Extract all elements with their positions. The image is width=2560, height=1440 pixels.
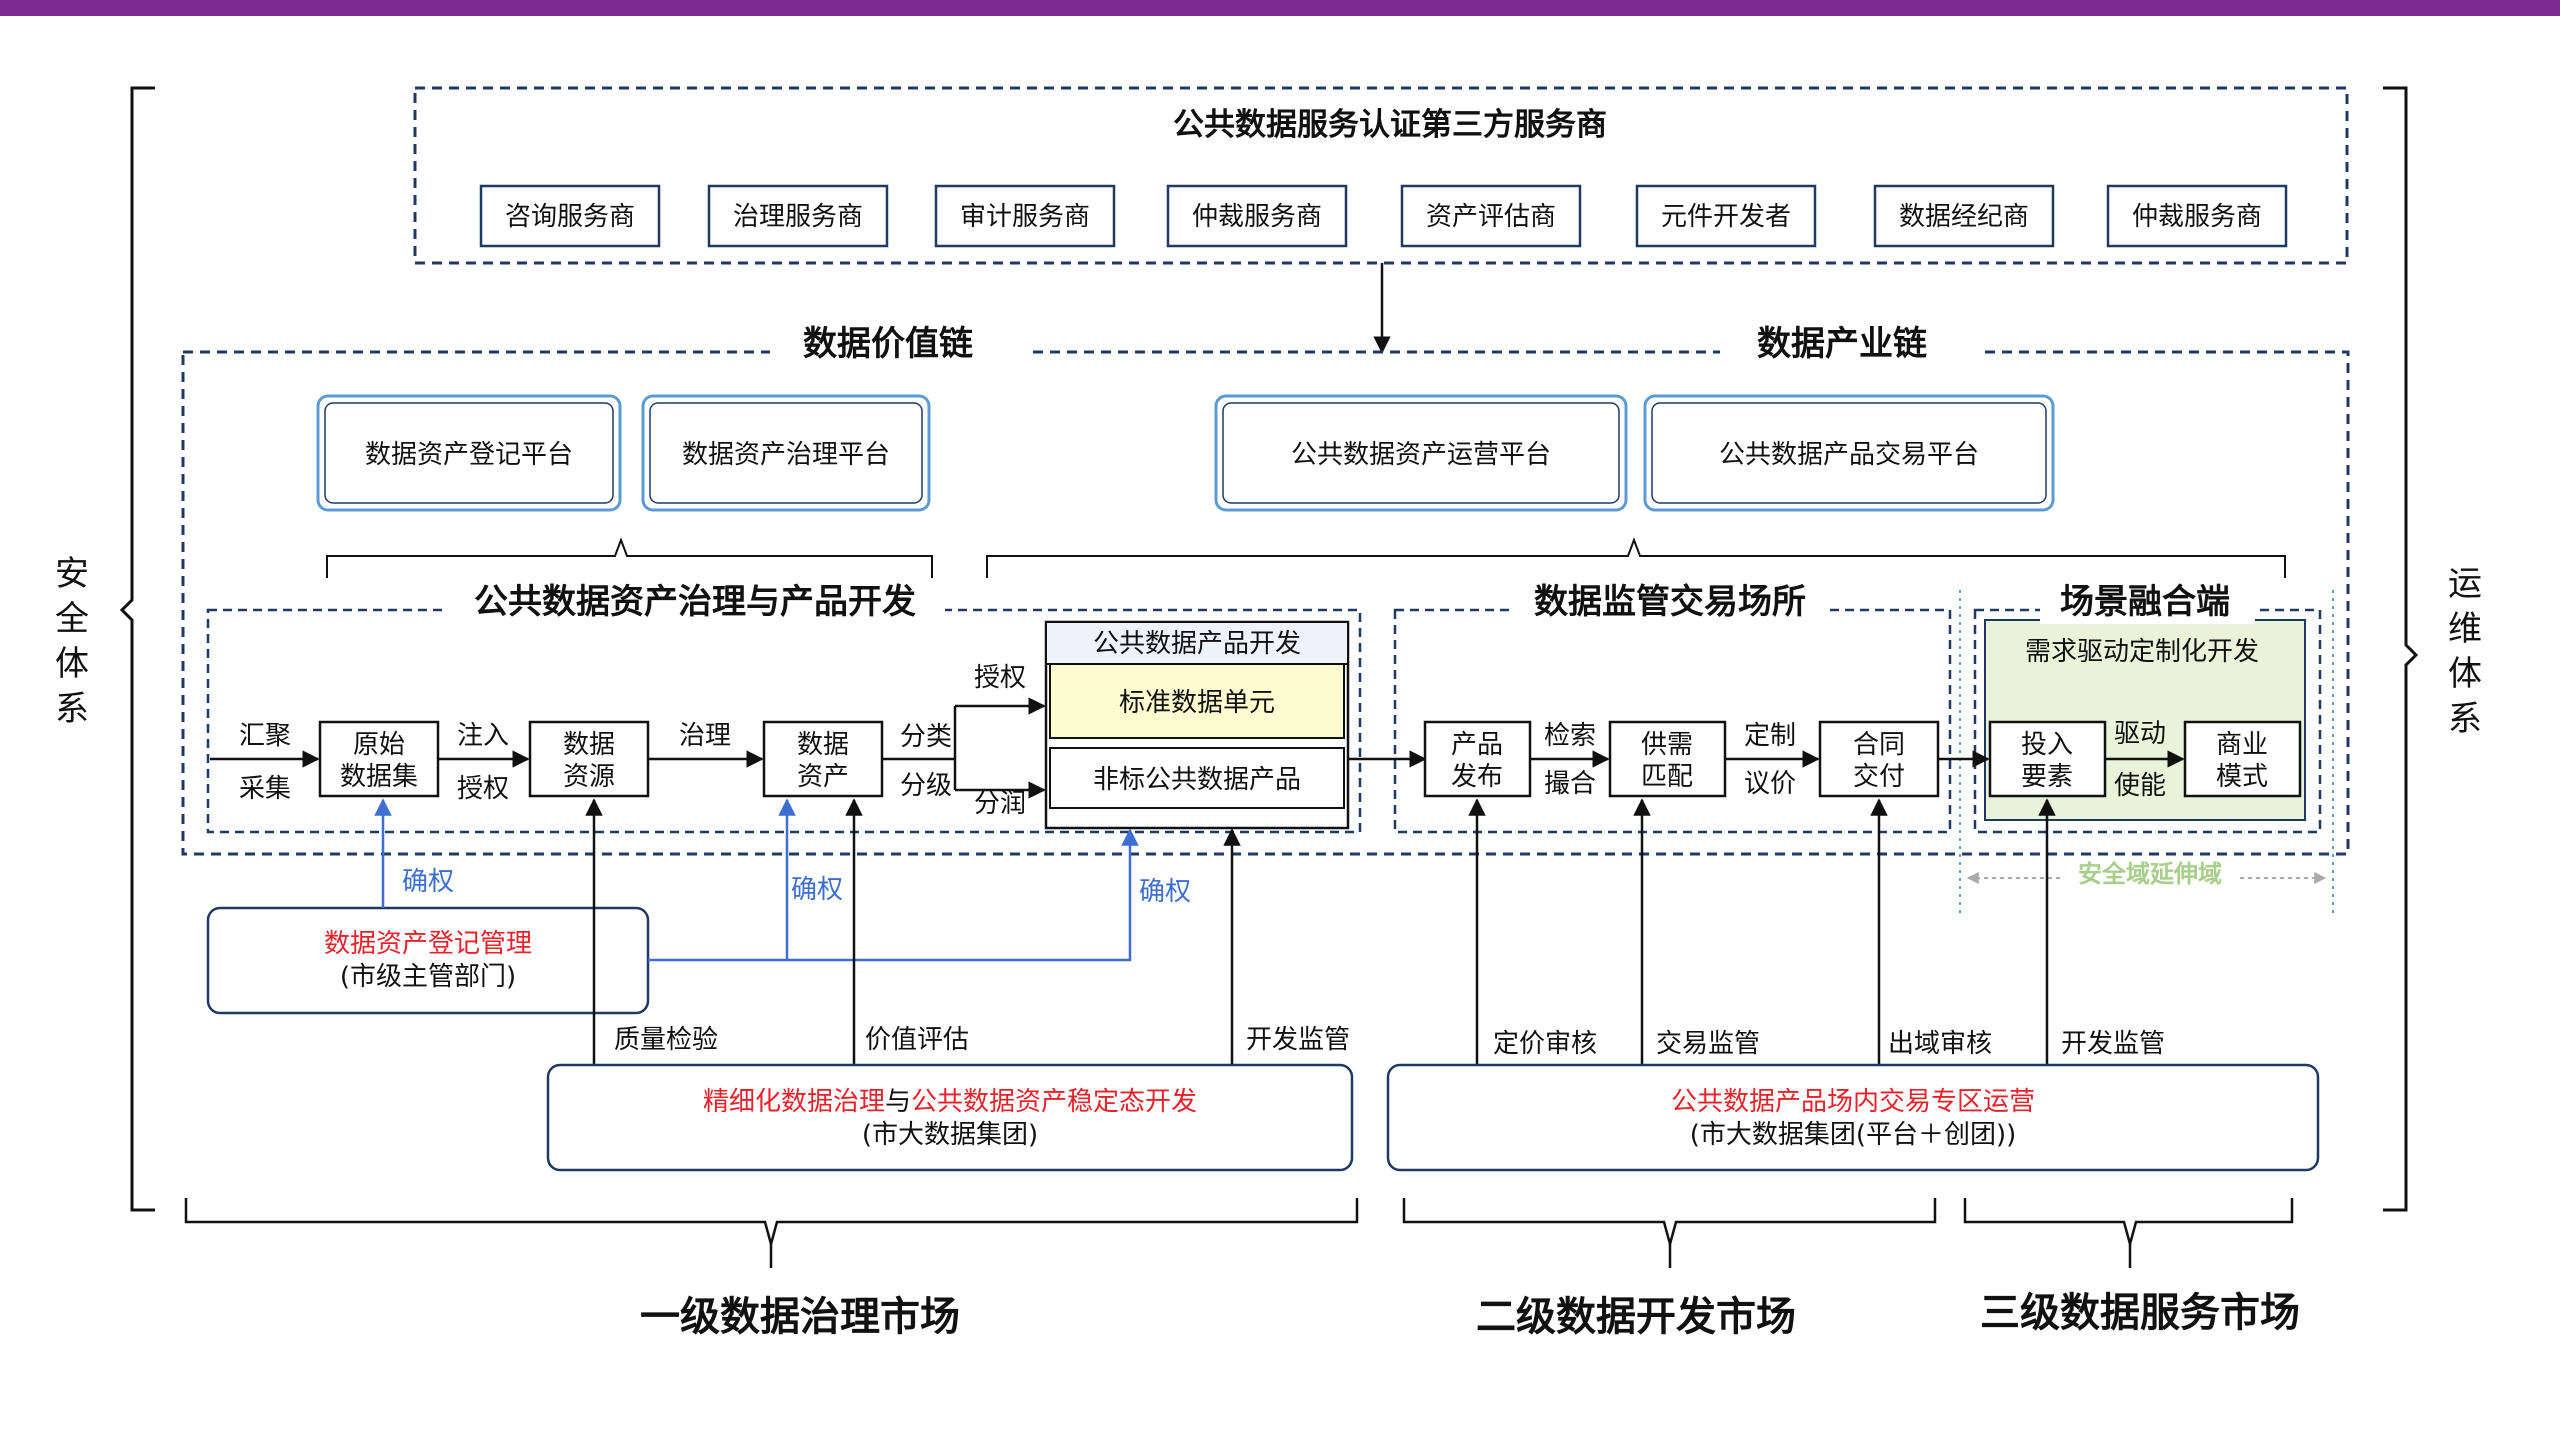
data-resource-label: 数据	[563, 730, 615, 760]
group1-org: (市大数据集团)	[862, 1120, 1038, 1150]
group1-title-part2: 公共数据资产稳定态开发	[911, 1087, 1197, 1117]
scenario-demand: 需求驱动定制化开发	[2025, 637, 2259, 667]
right-side-label-2: 维	[2448, 609, 2482, 649]
standard-unit-label: 标准数据单元	[1119, 688, 1275, 718]
provider-list: 咨询服务商 治理服务商 审计服务商 仲裁服务商 资产评估商 元件开发者 数据经纪…	[479, 184, 2288, 248]
platform-brace-left	[326, 537, 933, 578]
right-brace	[2383, 86, 2419, 1212]
confirm-line	[648, 828, 1139, 962]
supervision-dev: 开发监管	[1246, 1025, 1350, 1055]
publish-label: 产品	[1451, 730, 1503, 760]
flow-label-search: 检索	[1544, 721, 1596, 751]
confirm-label: 确权	[402, 867, 454, 897]
right-side-label-4: 系	[2448, 699, 2482, 739]
flow-label-inject: 注入	[457, 721, 509, 751]
right-side-label-1: 运	[2448, 564, 2482, 604]
platform-label: 数据资产登记平台	[365, 440, 573, 470]
left-side-label-3: 体	[55, 644, 89, 684]
data-resource-label: 资源	[563, 762, 615, 792]
left-brace	[119, 86, 155, 1212]
diagram-canvas: 安 全 体 系 运 维 体 系 公共数据服务认证第三方服务商 咨询服务商 治理服…	[0, 0, 2560, 1340]
group2-box	[1386, 1063, 2320, 1172]
provider-label: 治理服务商	[733, 202, 863, 232]
supervision-dev2: 开发监管	[2061, 1029, 2165, 1059]
raw-dataset-label: 原始	[353, 730, 405, 760]
platform-label: 公共数据产品交易平台	[1719, 440, 1979, 470]
left-side-label-2: 全	[55, 599, 89, 639]
flow-label-negotiate: 议价	[1744, 769, 1796, 799]
flow-label-share: 分润	[974, 789, 1026, 819]
business-label: 模式	[2216, 762, 2268, 792]
flow-label-match: 撮合	[1544, 769, 1596, 799]
value-chain-title: 数据价值链	[803, 324, 973, 364]
market-brace-2	[1402, 1198, 1937, 1249]
flow-label-govern: 治理	[679, 721, 731, 751]
right-side-label-3: 体	[2448, 654, 2482, 694]
confirm-label: 确权	[1139, 877, 1191, 907]
publish-label: 发布	[1451, 762, 1503, 792]
nonstandard-label: 非标公共数据产品	[1093, 765, 1301, 795]
match-label: 匹配	[1641, 762, 1693, 792]
flow-label-in-bottom: 采集	[239, 774, 291, 804]
platform-brace-right	[986, 537, 2286, 578]
contract-label: 交付	[1853, 762, 1905, 792]
supervision-trade: 交易监管	[1656, 1029, 1760, 1059]
confirm-label: 确权	[791, 875, 843, 905]
business-label: 商业	[2216, 730, 2268, 760]
exchange-title: 数据监管交易场所	[1534, 582, 1806, 622]
group2-org: (市大数据集团(平台＋创团))	[1690, 1120, 2017, 1150]
left-side-label-1: 安	[55, 554, 89, 594]
registry-box	[206, 906, 650, 1015]
market-brace-1	[184, 1198, 1359, 1249]
provider-label: 数据经纪商	[1899, 202, 2029, 232]
flow-label-drive: 驱动	[2114, 719, 2166, 749]
market-label-2: 二级数据开发市场	[1476, 1294, 1796, 1340]
registry-org: (市级主管部门)	[340, 962, 516, 992]
flow-label-grade: 分级	[900, 771, 952, 801]
supervision-outbound: 出域审核	[1888, 1029, 1992, 1059]
data-asset-label: 资产	[797, 762, 849, 792]
contract-label: 合同	[1853, 730, 1905, 760]
flow-label-customize: 定制	[1744, 721, 1796, 751]
group1-title: 精细化数据治理与公共数据资产稳定态开发	[703, 1087, 1197, 1117]
group1-box	[546, 1063, 1354, 1172]
provider-label: 咨询服务商	[505, 202, 635, 232]
flow-label-classify: 分类	[900, 722, 952, 752]
supervision-quality: 质量检验	[614, 1025, 718, 1055]
raw-dataset-label: 数据集	[340, 762, 418, 792]
input-label: 投入	[2021, 730, 2073, 760]
registry-title: 数据资产登记管理	[324, 929, 532, 959]
platform-label: 数据资产治理平台	[682, 440, 890, 470]
input-label: 要素	[2021, 762, 2073, 792]
platform-label: 公共数据资产运营平台	[1291, 440, 1551, 470]
third-party-title: 公共数据服务认证第三方服务商	[1173, 107, 1607, 143]
scenario-title: 场景融合端	[2060, 582, 2230, 622]
market-label-1: 一级数据治理市场	[640, 1294, 960, 1340]
data-asset-label: 数据	[797, 730, 849, 760]
group2-title: 公共数据产品场内交易专区运营	[1671, 1087, 2035, 1117]
group1-title-mid: 与	[885, 1087, 911, 1117]
product-dev-title: 公共数据产品开发	[1093, 629, 1301, 659]
flow-label-in-top: 汇聚	[239, 721, 291, 751]
flow-label-enable: 使能	[2114, 771, 2166, 801]
supervision-pricing: 定价审核	[1493, 1029, 1597, 1059]
group1-title-part1: 精细化数据治理	[703, 1087, 885, 1117]
top-bar	[0, 0, 2560, 16]
provider-label: 资产评估商	[1426, 202, 1556, 232]
platform-group: 数据资产登记平台 数据资产治理平台 公共数据资产运营平台 公共数据产品交易平台	[316, 394, 2055, 512]
supervision-value: 价值评估	[865, 1025, 969, 1055]
provider-label: 仲裁服务商	[2132, 202, 2262, 232]
industry-chain-title: 数据产业链	[1757, 324, 1927, 364]
match-label: 供需	[1641, 730, 1693, 760]
governance-title: 公共数据资产治理与产品开发	[474, 582, 916, 622]
provider-label: 元件开发者	[1661, 202, 1791, 232]
market-label-3: 三级数据服务市场	[1980, 1290, 2300, 1336]
flow-label-authorize: 授权	[457, 774, 509, 804]
flow-label-license: 授权	[974, 663, 1026, 693]
market-brace-3	[1963, 1198, 2294, 1249]
provider-label: 仲裁服务商	[1192, 202, 1322, 232]
left-side-label-4: 系	[55, 689, 89, 729]
extend-label: 安全域延伸域	[2078, 860, 2222, 888]
provider-label: 审计服务商	[960, 202, 1090, 232]
